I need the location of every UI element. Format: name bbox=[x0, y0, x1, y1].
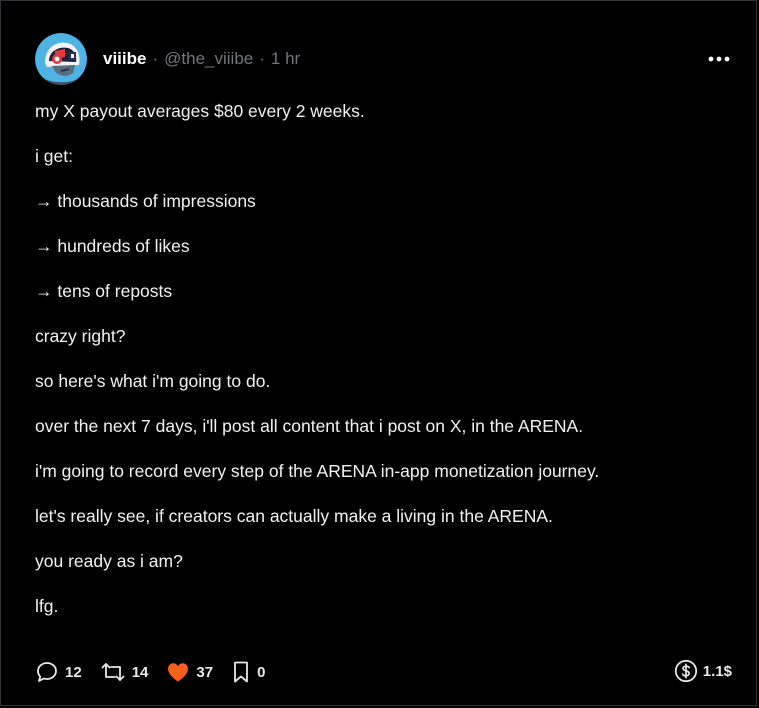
tip-amount: 1.1$ bbox=[702, 662, 732, 680]
post-paragraph: my X payout averages $80 every 2 weeks. bbox=[35, 101, 365, 121]
post-body: my X payout averages $80 every 2 weeks. … bbox=[35, 99, 726, 639]
reply-count: 12 bbox=[65, 663, 82, 681]
separator-dot: · bbox=[152, 49, 159, 68]
reply-button[interactable]: 12 bbox=[35, 660, 82, 684]
bookmark-icon bbox=[234, 661, 248, 683]
post-paragraph: you ready as i am? bbox=[35, 551, 183, 571]
post-paragraph: → hundreds of likes bbox=[35, 236, 190, 256]
post-paragraph: crazy right? bbox=[35, 326, 126, 346]
post-card: viiibe · @the_viiibe · 1 hr my X payout … bbox=[0, 0, 757, 706]
like-button[interactable]: 37 bbox=[166, 661, 213, 683]
separator-dot-2: · bbox=[259, 49, 265, 68]
post-paragraph: → tens of reposts bbox=[35, 281, 173, 301]
post-header: viiibe · @the_viiibe · 1 hr bbox=[35, 33, 732, 85]
post-timestamp[interactable]: 1 hr bbox=[271, 49, 300, 69]
post-paragraph: let's really see, if creators can actual… bbox=[35, 506, 553, 526]
post-paragraph: i get: bbox=[35, 146, 73, 166]
tip-button[interactable]: 1.1$ bbox=[674, 659, 732, 683]
action-bar: 12 14 37 0 1.1$ bbox=[35, 659, 732, 685]
user-handle[interactable]: @the_viiibe bbox=[164, 49, 253, 69]
comment-icon bbox=[37, 662, 57, 682]
avatar-helmet-icon bbox=[35, 33, 87, 85]
post-paragraph: → thousands of impressions bbox=[35, 191, 256, 211]
like-count: 37 bbox=[196, 663, 214, 681]
avatar[interactable] bbox=[35, 33, 87, 85]
heart-icon bbox=[168, 663, 189, 682]
repost-button[interactable]: 14 bbox=[100, 660, 149, 684]
display-name[interactable]: viiibe bbox=[103, 49, 146, 69]
ellipsis-icon bbox=[708, 56, 730, 62]
post-paragraph: lfg. bbox=[35, 596, 59, 616]
more-options-button[interactable] bbox=[706, 47, 732, 71]
post-paragraph: i'm going to record every step of the AR… bbox=[35, 461, 600, 481]
post-paragraph: over the next 7 days, i'll post all cont… bbox=[35, 416, 584, 436]
bookmark-count: 0 bbox=[257, 663, 266, 681]
bookmark-button[interactable]: 0 bbox=[231, 660, 265, 684]
post-paragraph: so here's what i'm going to do. bbox=[35, 371, 271, 391]
repost-count: 14 bbox=[131, 663, 149, 681]
author-meta: viiibe · @the_viiibe · 1 hr bbox=[103, 49, 300, 69]
repost-icon bbox=[101, 663, 125, 681]
dollar-icon bbox=[674, 659, 697, 683]
